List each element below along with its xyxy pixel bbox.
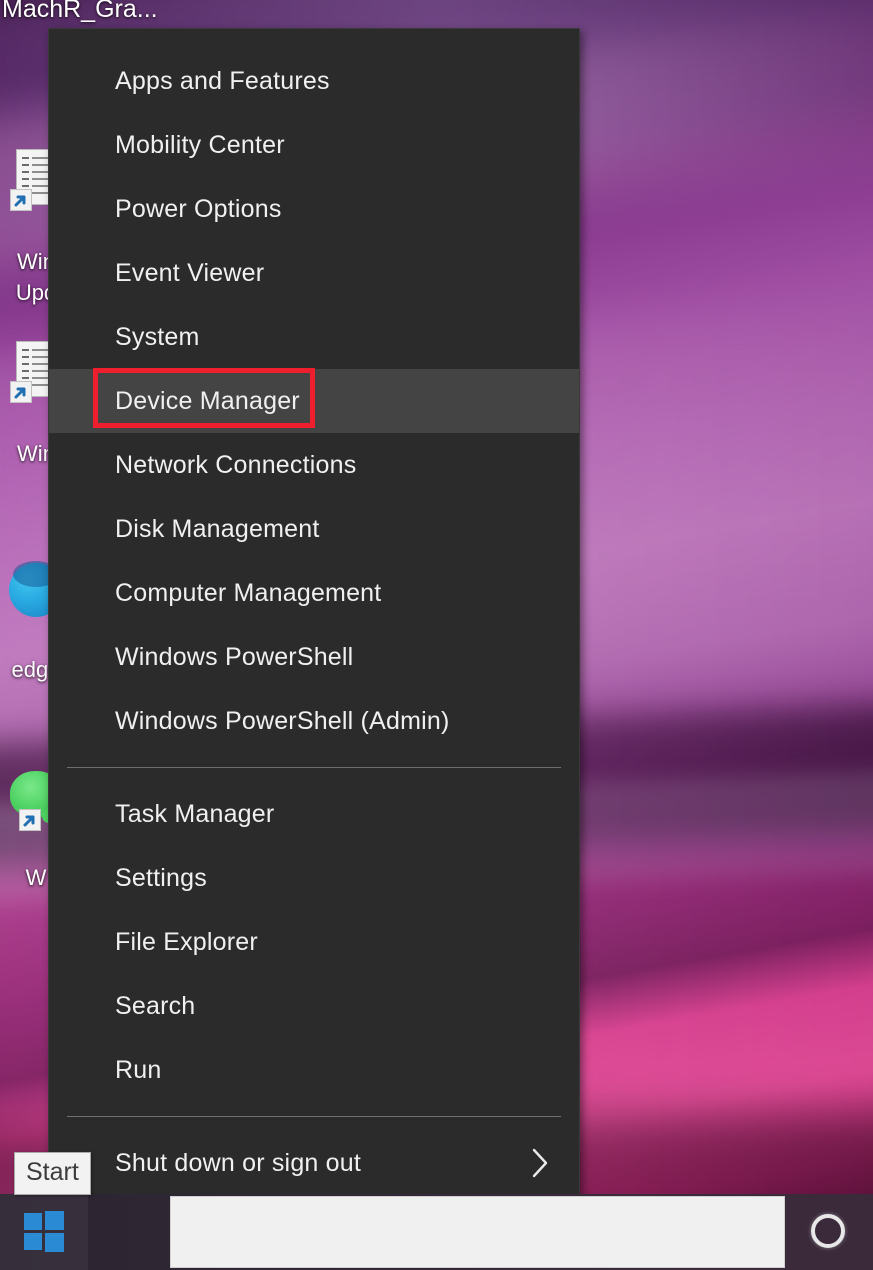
menu-item-event-viewer[interactable]: Event Viewer — [49, 241, 579, 305]
taskbar-search-box[interactable] — [170, 1196, 785, 1268]
menu-item-label: File Explorer — [115, 927, 258, 956]
menu-item-label: Run — [115, 1055, 162, 1084]
shortcut-arrow-icon — [19, 809, 41, 831]
menu-item-system[interactable]: System — [49, 305, 579, 369]
desktop-icon-label-top: MachR_Gra... — [2, 0, 158, 23]
winx-power-user-menu: Apps and Features Mobility Center Power Op… — [48, 28, 580, 1246]
menu-top-padding — [49, 29, 579, 49]
menu-item-apps-and-features[interactable]: Apps and Features — [49, 49, 579, 113]
menu-separator — [67, 767, 561, 768]
menu-item-network-connections[interactable]: Network Connections — [49, 433, 579, 497]
menu-item-file-explorer[interactable]: File Explorer — [49, 910, 579, 974]
menu-item-label: Device Manager — [115, 386, 300, 415]
menu-item-windows-powershell[interactable]: Windows PowerShell — [49, 625, 579, 689]
shortcut-arrow-icon — [10, 189, 32, 211]
menu-item-task-manager[interactable]: Task Manager — [49, 782, 579, 846]
menu-item-disk-management[interactable]: Disk Management — [49, 497, 579, 561]
menu-item-windows-powershell-admin[interactable]: Windows PowerShell (Admin) — [49, 689, 579, 753]
menu-item-mobility-center[interactable]: Mobility Center — [49, 113, 579, 177]
shortcut-arrow-icon — [10, 381, 32, 403]
menu-item-settings[interactable]: Settings — [49, 846, 579, 910]
menu-item-device-manager[interactable]: Device Manager — [49, 369, 579, 433]
menu-item-label: System — [115, 322, 200, 351]
start-tooltip: Start — [14, 1152, 91, 1195]
menu-item-label: Power Options — [115, 194, 282, 223]
desktop-icon-label: W — [25, 865, 47, 890]
menu-item-label: Task Manager — [115, 799, 275, 828]
menu-item-label: Windows PowerShell — [115, 642, 354, 671]
menu-item-label: Windows PowerShell (Admin) — [115, 706, 450, 735]
menu-item-run[interactable]: Run — [49, 1038, 579, 1102]
menu-item-computer-management[interactable]: Computer Management — [49, 561, 579, 625]
start-button[interactable] — [0, 1194, 88, 1270]
menu-item-label: Event Viewer — [115, 258, 265, 287]
menu-item-label: Search — [115, 991, 196, 1020]
cortana-ring-icon[interactable] — [803, 1206, 853, 1256]
menu-item-list: Apps and Features Mobility Center Power Op… — [49, 49, 579, 1245]
menu-separator — [67, 1116, 561, 1117]
menu-item-search[interactable]: Search — [49, 974, 579, 1038]
desktop-screen: MachR_Gra... Win Upd Win edge W Apps and… — [0, 0, 873, 1270]
menu-item-label: Computer Management — [115, 578, 382, 607]
menu-item-label: Mobility Center — [115, 130, 285, 159]
chevron-right-icon — [529, 1146, 551, 1180]
menu-item-label: Apps and Features — [115, 66, 330, 95]
menu-item-label: Disk Management — [115, 514, 320, 543]
taskbar — [0, 1194, 873, 1270]
menu-item-power-options[interactable]: Power Options — [49, 177, 579, 241]
menu-item-label: Settings — [115, 863, 207, 892]
windows-logo-icon — [24, 1211, 64, 1252]
menu-item-shut-down-or-sign-out[interactable]: Shut down or sign out — [49, 1131, 579, 1195]
menu-item-label: Shut down or sign out — [115, 1148, 362, 1177]
menu-item-label: Network Connections — [115, 450, 357, 479]
